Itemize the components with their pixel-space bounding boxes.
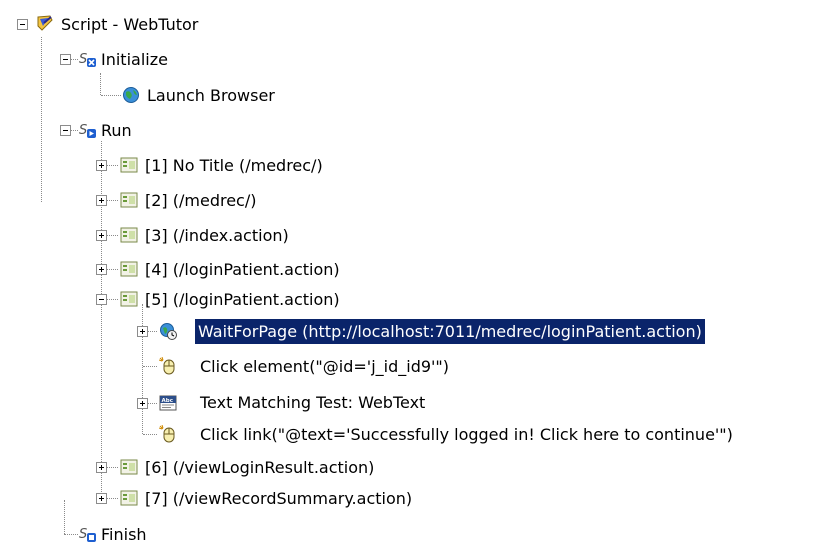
tree-line-h (70, 59, 78, 60)
globe-icon (123, 87, 139, 103)
tree-line-h (143, 366, 157, 367)
tree-line-h (101, 95, 121, 96)
tree-click-link-label[interactable]: Click link("@text='Successfully logged i… (197, 422, 736, 447)
tree-line-h (106, 165, 118, 166)
tree-line-h (70, 130, 78, 131)
tree-line-h (64, 534, 78, 535)
tree-root-label[interactable]: Script - WebTutor (58, 12, 201, 37)
section-finish-icon: S (79, 527, 96, 542)
tree-line-h (147, 403, 157, 404)
tree-line-h (106, 235, 118, 236)
tree-line-h (147, 331, 157, 332)
svg-text:S: S (79, 52, 87, 67)
tree-line-page5 (142, 304, 143, 434)
script-tree: Script - WebTutor S Initialize Launch Br… (0, 0, 821, 544)
tree-page-3-label[interactable]: [3] (/index.action) (142, 223, 292, 248)
mouse-click-icon (159, 425, 175, 443)
tree-page-1-label[interactable]: [1] No Title (/medrec/) (142, 153, 326, 178)
collapse-root-toggle[interactable] (17, 19, 28, 30)
tree-line-h (106, 467, 118, 468)
svg-text:S: S (79, 123, 87, 138)
tree-page-5-label[interactable]: [5] (/loginPatient.action) (142, 287, 343, 312)
tree-finish-label[interactable]: Finish (98, 522, 150, 547)
tree-initialize-label[interactable]: Initialize (98, 47, 171, 72)
wait-for-page-icon (160, 323, 177, 340)
page-icon (120, 157, 138, 173)
tree-line-h (106, 498, 118, 499)
page-icon (120, 261, 138, 277)
page-icon (120, 459, 138, 475)
tree-line-finish (64, 500, 65, 534)
tree-run-label[interactable]: Run (98, 118, 135, 143)
page-icon (120, 490, 138, 506)
tree-line-initialize (100, 73, 101, 95)
tree-page-4-label[interactable]: [4] (/loginPatient.action) (142, 257, 343, 282)
tree-text-matching-label[interactable]: Text Matching Test: WebText (197, 390, 428, 415)
tree-line-h (106, 200, 118, 201)
section-initialize-icon: S (79, 52, 96, 67)
tree-line-h (143, 434, 157, 435)
tree-page-2-label[interactable]: [2] (/medrec/) (142, 188, 259, 213)
tree-line-h (106, 299, 118, 300)
section-run-icon: S (79, 123, 96, 138)
tree-page-7-label[interactable]: [7] (/viewRecordSummary.action) (142, 486, 415, 511)
svg-text:S: S (79, 527, 87, 542)
tree-line-h (106, 269, 118, 270)
page-icon (120, 291, 138, 307)
page-icon (120, 227, 138, 243)
text-test-icon: Abc (159, 395, 177, 411)
tree-waitforpage-label[interactable]: WaitForPage (http://localhost:7011/medre… (195, 319, 705, 344)
page-icon (120, 192, 138, 208)
svg-text:Abc: Abc (162, 398, 173, 404)
mouse-click-icon (159, 357, 175, 375)
tree-click-element-label[interactable]: Click element("@id='j_id_id9'") (197, 354, 452, 379)
tree-page-6-label[interactable]: [6] (/viewLoginResult.action) (142, 455, 377, 480)
script-icon (37, 15, 53, 31)
tree-line-root (41, 37, 42, 202)
tree-launch-browser-label[interactable]: Launch Browser (144, 83, 278, 108)
